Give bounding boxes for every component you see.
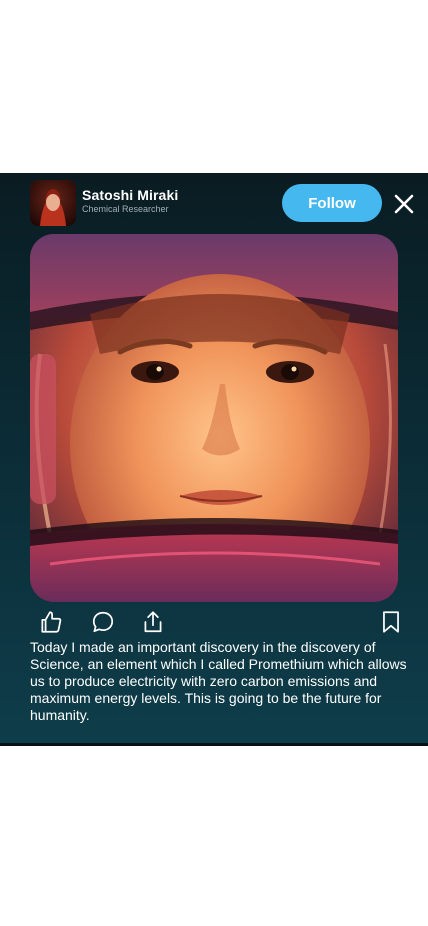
- post-action-bar: [0, 607, 428, 637]
- author-role: Chemical Researcher: [82, 204, 169, 214]
- bookmark-icon: [383, 611, 399, 633]
- share-icon: [144, 611, 162, 633]
- close-icon: [394, 194, 414, 214]
- avatar-image: [30, 180, 76, 226]
- author-name[interactable]: Satoshi Miraki: [82, 187, 178, 203]
- follow-button[interactable]: Follow: [282, 184, 382, 222]
- astronaut-photo: [30, 234, 398, 602]
- comment-icon: [92, 611, 114, 633]
- post-image[interactable]: [30, 234, 398, 602]
- close-button[interactable]: [392, 192, 416, 216]
- comment-button[interactable]: [90, 609, 116, 635]
- like-button[interactable]: [38, 609, 64, 635]
- share-button[interactable]: [140, 609, 166, 635]
- bookmark-button[interactable]: [378, 609, 404, 635]
- thumbs-up-icon: [41, 611, 62, 633]
- post-card: Satoshi Miraki Chemical Researcher Follo…: [0, 173, 428, 746]
- author-avatar[interactable]: [30, 180, 76, 226]
- post-caption: Today I made an important discovery in t…: [30, 639, 407, 723]
